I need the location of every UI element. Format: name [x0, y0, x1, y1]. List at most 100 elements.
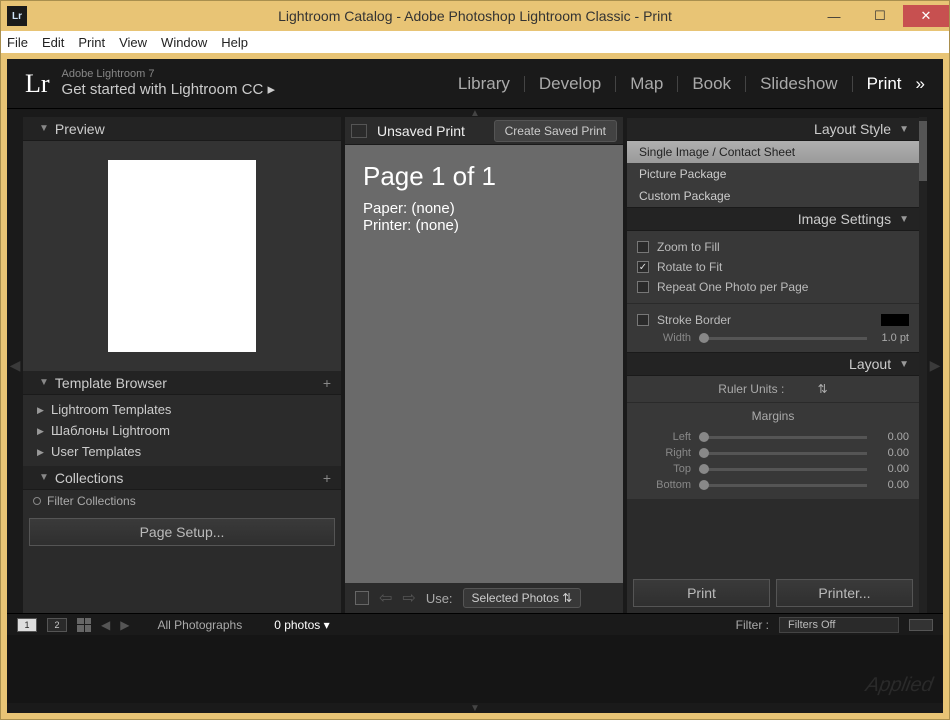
grid-view-icon[interactable]	[77, 618, 91, 632]
preview-title: Preview	[55, 121, 105, 137]
layout-style-header[interactable]: Layout Style ▼	[627, 117, 919, 141]
stroke-width-label: Width	[637, 332, 691, 344]
style-single-image[interactable]: Single Image / Contact Sheet	[627, 141, 919, 163]
nav-back-button[interactable]: ◀	[101, 618, 110, 632]
view-mode-1[interactable]: 1	[17, 618, 37, 632]
panel-handle-bottom[interactable]: ▼	[7, 703, 943, 713]
module-map[interactable]: Map	[630, 74, 663, 94]
nav-forward-button[interactable]: ▶	[120, 618, 129, 632]
collections-header[interactable]: ▼ Collections +	[23, 466, 341, 490]
template-folder-lightroom[interactable]: Lightroom Templates	[23, 399, 341, 420]
use-select[interactable]: Selected Photos ⇅	[463, 588, 582, 608]
ruler-units-select[interactable]: Ruler Units : ⇅	[627, 376, 919, 403]
menu-help[interactable]: Help	[221, 35, 248, 50]
menu-edit[interactable]: Edit	[42, 35, 64, 50]
stroke-border-checkbox[interactable]	[637, 314, 649, 326]
filter-collections-row[interactable]: Filter Collections	[23, 490, 341, 512]
stroke-width-slider[interactable]	[699, 337, 867, 340]
view-mode-2[interactable]: 2	[47, 618, 67, 632]
template-folder-ru[interactable]: Шаблоны Lightroom	[23, 420, 341, 441]
margin-bottom-slider[interactable]	[699, 484, 867, 487]
margin-top-value: 0.00	[875, 463, 909, 475]
panel-handle-left[interactable]: ◀	[7, 117, 23, 613]
prev-page-button[interactable]: ⇦	[379, 588, 392, 608]
margins-title: Margins	[627, 403, 919, 429]
menu-window[interactable]: Window	[161, 35, 207, 50]
repeat-one-checkbox[interactable]	[637, 281, 649, 293]
print-button[interactable]: Print	[633, 579, 770, 607]
tagline-main[interactable]: Get started with Lightroom CC ▸	[62, 81, 275, 99]
add-template-button[interactable]: +	[323, 375, 331, 391]
menu-file[interactable]: File	[7, 35, 28, 50]
rotate-to-fit-checkbox[interactable]: ✓	[637, 261, 649, 273]
menu-print[interactable]: Print	[78, 35, 105, 50]
margin-bottom-value: 0.00	[875, 479, 909, 491]
style-picture-package[interactable]: Picture Package	[627, 163, 919, 185]
chevron-down-icon: ▼	[39, 123, 49, 134]
preview-panel-header[interactable]: ▼ Preview	[23, 117, 341, 141]
template-folder-user[interactable]: User Templates	[23, 441, 341, 462]
close-button[interactable]: ✕	[903, 5, 949, 27]
preview-paper	[108, 160, 256, 352]
panel-handle-top[interactable]: ▲	[7, 109, 943, 117]
print-icon	[351, 124, 367, 138]
image-settings-title: Image Settings	[798, 211, 891, 227]
zoom-to-fill-checkbox[interactable]	[637, 241, 649, 253]
module-develop[interactable]: Develop	[539, 74, 601, 94]
menu-view[interactable]: View	[119, 35, 147, 50]
stroke-width-value: 1.0 pt	[875, 332, 909, 344]
menubar: File Edit Print View Window Help	[1, 31, 949, 53]
next-page-button[interactable]: ⇨	[402, 588, 415, 608]
panel-handle-right[interactable]: ▶	[927, 117, 943, 613]
filmstrip[interactable]: Applied	[7, 635, 943, 703]
margin-right-slider[interactable]	[699, 452, 867, 455]
chevron-down-icon: ▼	[39, 472, 49, 483]
printer-button[interactable]: Printer...	[776, 579, 913, 607]
margin-right-label: Right	[637, 447, 691, 459]
add-collection-button[interactable]: +	[323, 470, 331, 486]
chevron-down-icon: ▼	[899, 214, 909, 225]
template-browser-title: Template Browser	[55, 375, 167, 391]
module-library[interactable]: Library	[458, 74, 510, 94]
margin-left-value: 0.00	[875, 431, 909, 443]
lr-logo: Lr	[25, 69, 50, 99]
layout-style-title: Layout Style	[814, 121, 891, 137]
filter-dot-icon	[33, 497, 41, 505]
repeat-one-label: Repeat One Photo per Page	[657, 280, 808, 294]
module-print[interactable]: Print	[867, 74, 902, 94]
page-setup-button[interactable]: Page Setup...	[29, 518, 335, 546]
layout-header[interactable]: Layout ▼	[627, 352, 919, 376]
filter-switch[interactable]	[909, 619, 933, 631]
module-more-icon[interactable]: »	[916, 74, 925, 94]
margin-top-label: Top	[637, 463, 691, 475]
module-book[interactable]: Book	[692, 74, 731, 94]
margin-bottom-label: Bottom	[637, 479, 691, 491]
tagline-small: Adobe Lightroom 7	[62, 68, 275, 81]
margin-left-slider[interactable]	[699, 436, 867, 439]
rotate-to-fit-label: Rotate to Fit	[657, 260, 722, 274]
zoom-to-fill-label: Zoom to Fill	[657, 240, 720, 254]
filter-select[interactable]: Filters Off	[779, 617, 899, 633]
image-settings-header[interactable]: Image Settings ▼	[627, 207, 919, 231]
stroke-border-label: Stroke Border	[657, 313, 731, 327]
module-slideshow[interactable]: Slideshow	[760, 74, 838, 94]
margin-top-slider[interactable]	[699, 468, 867, 471]
source-label[interactable]: All Photographs	[157, 618, 242, 632]
create-saved-print-button[interactable]: Create Saved Print	[494, 120, 617, 142]
maximize-button[interactable]: ☐	[857, 5, 903, 27]
minimize-button[interactable]: —	[811, 5, 857, 27]
print-canvas: Page 1 of 1 Paper: (none) Printer: (none…	[345, 145, 623, 583]
filter-label: Filter :	[736, 618, 769, 632]
filter-collections-label: Filter Collections	[47, 494, 136, 508]
template-browser-header[interactable]: ▼ Template Browser +	[23, 371, 341, 395]
chevron-down-icon: ▼	[39, 377, 49, 388]
printer-line: Printer: (none)	[363, 217, 605, 234]
unsaved-print-label: Unsaved Print	[377, 123, 465, 139]
stroke-color-swatch[interactable]	[881, 314, 909, 326]
style-custom-package[interactable]: Custom Package	[627, 185, 919, 207]
preview-body	[23, 141, 341, 371]
layout-title: Layout	[849, 356, 891, 372]
right-panel-scrollbar[interactable]	[919, 117, 927, 613]
photo-count[interactable]: 0 photos ▾	[274, 618, 329, 632]
select-all-checkbox[interactable]	[355, 591, 369, 605]
